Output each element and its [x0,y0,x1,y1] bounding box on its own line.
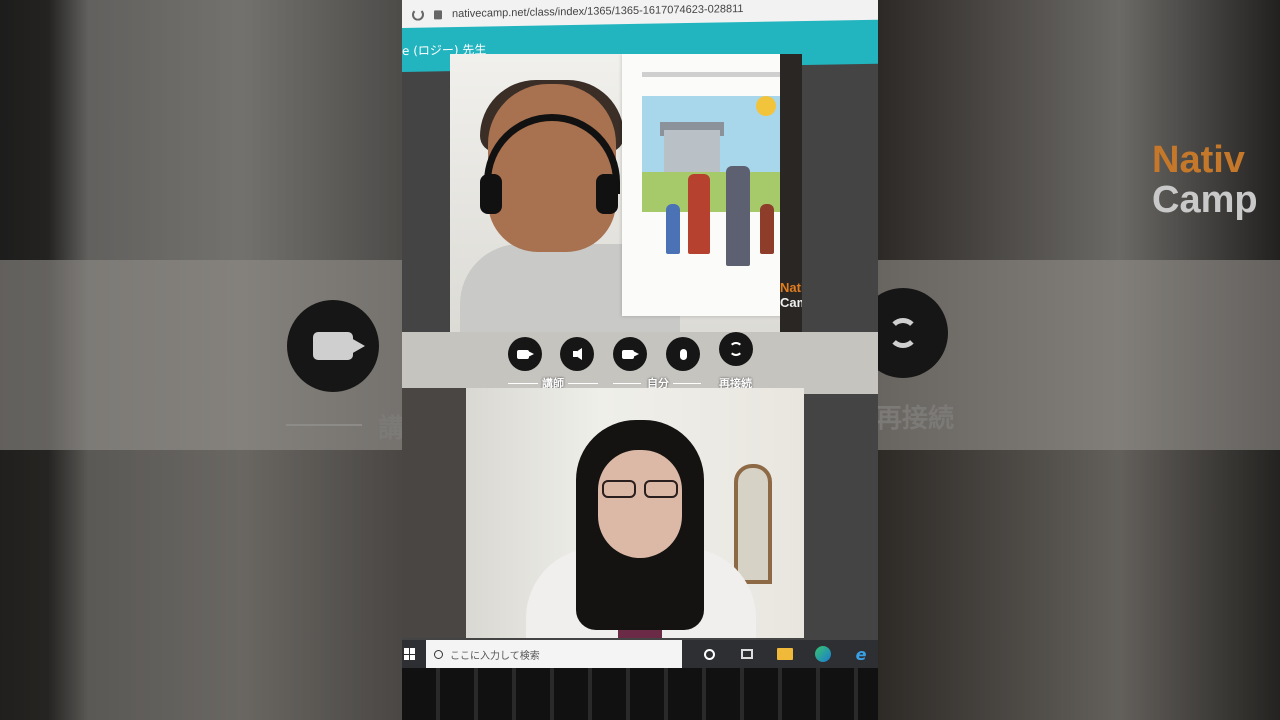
ie-button[interactable]: e [850,643,872,665]
self-mic-button[interactable] [666,337,700,371]
laptop-screen: nativecamp.net/class/index/1365/1365-161… [402,0,878,720]
windows-start-icon[interactable] [404,648,416,660]
photo-of-screen: 講 再接続 Nativ Camp nativecamp.net/class/in… [0,0,1280,720]
ghost-label-left: 講 [378,414,402,444]
search-icon [434,649,443,659]
speaker-icon [572,348,582,360]
edge-button[interactable] [812,643,834,665]
tutor-speaker-button[interactable] [560,337,594,371]
file-explorer-button[interactable] [774,643,796,665]
camera-icon [517,349,534,359]
reconnect-button[interactable] [719,332,753,366]
cortana-icon [703,648,715,660]
windows-taskbar: ここに入力して検索 e [402,640,878,668]
cortana-button[interactable] [698,643,720,665]
native-camp-logo-ghost: Nativ Camp [1152,139,1258,221]
ghost-camera-button [287,300,379,392]
lock-icon [434,9,442,19]
camera-icon [313,332,365,360]
tutor-camera-button[interactable] [508,337,542,371]
keyboard [402,668,878,720]
url-text[interactable]: nativecamp.net/class/index/1365/1365-161… [452,3,744,20]
self-camera-button[interactable] [613,337,647,371]
task-view-button[interactable] [736,643,758,665]
search-placeholder: ここに入力して検索 [450,650,540,662]
microphone-icon [679,348,687,360]
student-video [466,388,804,638]
ghost-label-right: 再接続 [876,404,955,434]
camera-icon [622,349,639,359]
folder-icon [777,648,793,660]
edge-icon [815,646,831,662]
family-picture-card [622,54,802,316]
task-view-icon [741,649,753,659]
internet-explorer-icon: e [855,644,867,664]
sync-icon [888,318,918,348]
glasses [602,480,682,498]
side-logo: Nativ Camp [780,280,802,310]
taskbar-search-box[interactable]: ここに入力して検索 [426,640,682,668]
reload-icon[interactable] [412,8,424,21]
sync-icon [729,342,743,356]
blurred-background-left: 講 [0,0,402,720]
call-controls: 講師 自分 再接続 [402,332,878,394]
tutor-video: Nativ Camp [450,54,802,332]
